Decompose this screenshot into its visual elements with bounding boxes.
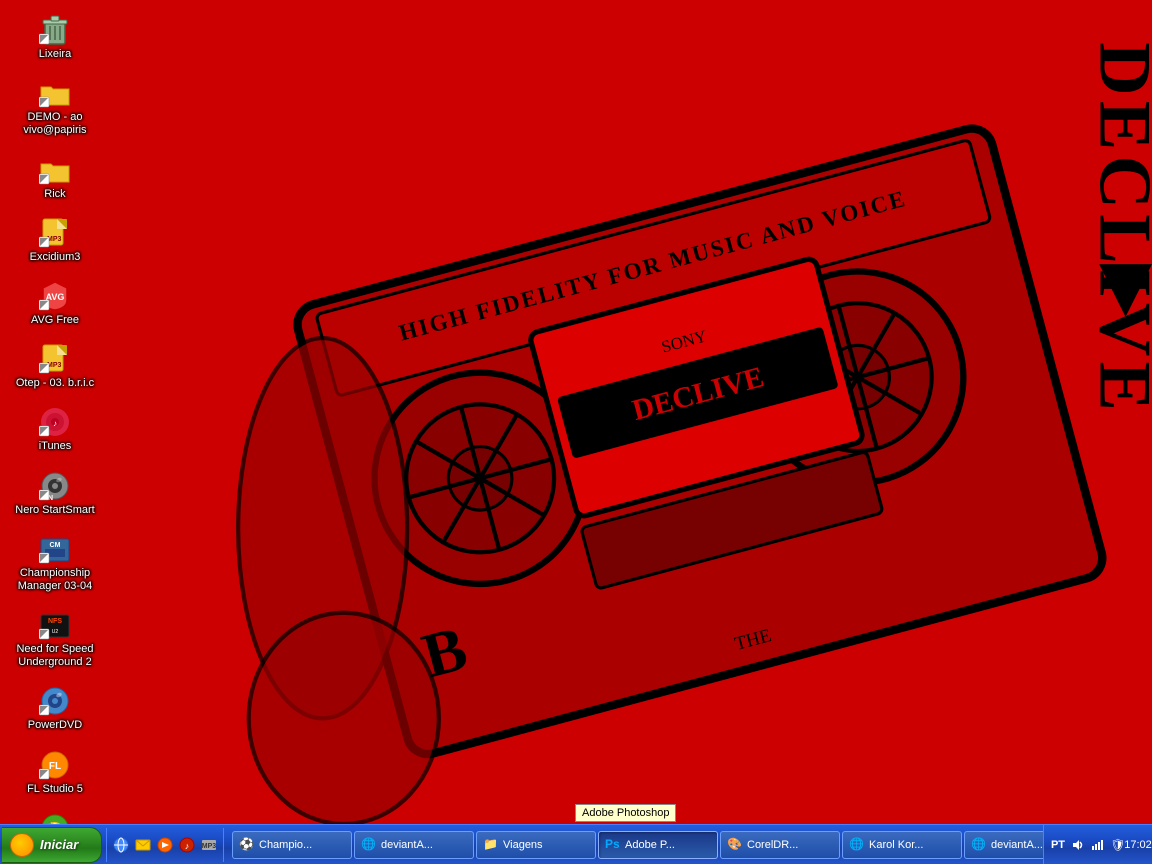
tb-photoshop-icon: Ps <box>605 837 621 853</box>
tb-karol-label: Karol Kor... <box>869 839 923 851</box>
nfs-label: Need for Speed Underground 2 <box>15 643 95 669</box>
championship-label: Championship Manager 03-04 <box>15 567 95 593</box>
tb-deviantart2-label: deviantA... <box>991 839 1043 851</box>
tb-viagens-icon: 📁 <box>483 837 499 853</box>
svg-text:♪: ♪ <box>185 841 190 851</box>
tray-language: PT <box>1051 839 1065 851</box>
rick-icon <box>39 154 71 186</box>
tb-viagens-label: Viagens <box>503 839 543 851</box>
tb-photoshop-label: Adobe P... <box>625 839 675 851</box>
ql-music1-icon[interactable]: ♪ <box>177 835 197 855</box>
desktop: HIGH FIDELITY FOR MUSIC AND VOICE <box>0 0 1152 864</box>
desktop-icon-powerdvd[interactable]: PowerDVD <box>10 681 100 736</box>
tb-deviantart1-icon: 🌐 <box>361 837 377 853</box>
desktop-icon-avg[interactable]: AVG AVG Free <box>10 276 100 331</box>
tb-karol-icon: 🌐 <box>849 837 865 853</box>
svg-text:DECLIVE: DECLIVE <box>1085 42 1152 416</box>
start-button[interactable]: Iniciar <box>2 827 102 863</box>
powerdvd-label: PowerDVD <box>28 719 82 732</box>
rick-label: Rick <box>44 188 65 201</box>
taskbar-btn-photoshop[interactable]: Ps Adobe P... <box>598 831 718 859</box>
desktop-icons: Lixeira DEMO - ao vivo@papiris <box>0 0 110 824</box>
nero-icon: N <box>39 470 71 502</box>
nero-label: Nero StartSmart <box>15 504 94 517</box>
ql-media-icon[interactable] <box>155 835 175 855</box>
start-label: Iniciar <box>40 837 78 852</box>
desktop-icon-demo[interactable]: DEMO - ao vivo@papiris <box>10 73 100 141</box>
tray-time: 17:02 <box>1124 839 1152 851</box>
taskbar-btn-deviantart1[interactable]: 🌐 deviantA... <box>354 831 474 859</box>
demo-label: DEMO - ao vivo@papiris <box>15 111 95 137</box>
svg-text:FL: FL <box>49 761 61 772</box>
nfs-icon: NFS U2 <box>39 609 71 641</box>
svg-text:MP3: MP3 <box>202 843 217 850</box>
excidium-label: Excidium3 <box>30 251 81 264</box>
powerdvd-icon <box>39 685 71 717</box>
tray-clock[interactable]: 17:02 <box>1130 837 1146 853</box>
svg-text:♪: ♪ <box>53 419 57 428</box>
svg-text:CM: CM <box>50 542 61 549</box>
championship-icon: CM <box>39 533 71 565</box>
flstudio-label: FL Studio 5 <box>27 783 83 796</box>
lixeira-label: Lixeira <box>39 48 71 61</box>
quick-launch: ♪ MP3 <box>106 828 224 862</box>
lixeira-icon <box>39 14 71 46</box>
desktop-icon-lixeira[interactable]: Lixeira <box>10 10 100 65</box>
ql-browser-icon[interactable] <box>111 835 131 855</box>
tb-championship-label: Champio... <box>259 839 312 851</box>
wallpaper: HIGH FIDELITY FOR MUSIC AND VOICE <box>180 0 1152 824</box>
avg-label: AVG Free <box>31 314 79 327</box>
system-tray: PT 🛡 17:02 <box>1043 825 1152 864</box>
desktop-icon-championship[interactable]: CM Championship Manager 03-04 <box>10 529 100 597</box>
tb-deviantart2-icon: 🌐 <box>971 837 987 853</box>
tb-championship-icon: ⚽ <box>239 837 255 853</box>
otep-label: Otep - 03. b.r.i.c <box>16 377 94 390</box>
demo-icon <box>39 77 71 109</box>
avg-icon: AVG <box>39 280 71 312</box>
tb-coreldraw-icon: 🎨 <box>727 837 743 853</box>
excidium-icon: MP3 <box>39 217 71 249</box>
taskbar-btn-championship[interactable]: ⚽ Champio... <box>232 831 352 859</box>
taskbar-buttons: ⚽ Champio... 🌐 deviantA... 📁 Viagens Ps … <box>228 825 1043 864</box>
flstudio-icon: FL <box>39 749 71 781</box>
desktop-icon-nero[interactable]: N Nero StartSmart <box>10 466 100 521</box>
desktop-icon-itunes[interactable]: ♪ iTunes <box>10 402 100 457</box>
svg-text:NFS: NFS <box>48 618 62 625</box>
svg-text:U2: U2 <box>52 629 59 635</box>
ql-email-icon[interactable] <box>133 835 153 855</box>
tb-deviantart1-label: deviantA... <box>381 839 433 851</box>
desktop-icon-flstudio[interactable]: FL FL Studio 5 <box>10 745 100 800</box>
itunes-label: iTunes <box>39 440 72 453</box>
desktop-icon-otep[interactable]: MP3 Otep - 03. b.r.i.c <box>10 339 100 394</box>
tb-coreldraw-label: CorelDR... <box>747 839 798 851</box>
desktop-icon-rick[interactable]: Rick <box>10 150 100 205</box>
taskbar-btn-karol[interactable]: 🌐 Karol Kor... <box>842 831 962 859</box>
tray-network-icon[interactable] <box>1090 837 1106 853</box>
start-orb <box>10 833 34 857</box>
taskbar: Iniciar <box>0 824 1152 864</box>
tray-volume-icon[interactable] <box>1070 837 1086 853</box>
desktop-icon-nfs[interactable]: NFS U2 Need for Speed Underground 2 <box>10 605 100 673</box>
taskbar-btn-coreldraw[interactable]: 🎨 CorelDR... <box>720 831 840 859</box>
desktop-icon-excidium[interactable]: MP3 Excidium3 <box>10 213 100 268</box>
taskbar-btn-deviantart2[interactable]: 🌐 deviantA... <box>964 831 1043 859</box>
tray-lang-icon[interactable]: PT <box>1050 837 1066 853</box>
otep-icon: MP3 <box>39 343 71 375</box>
ql-music2-icon[interactable]: MP3 <box>199 835 219 855</box>
taskbar-btn-viagens[interactable]: 📁 Viagens <box>476 831 596 859</box>
itunes-icon: ♪ <box>39 406 71 438</box>
